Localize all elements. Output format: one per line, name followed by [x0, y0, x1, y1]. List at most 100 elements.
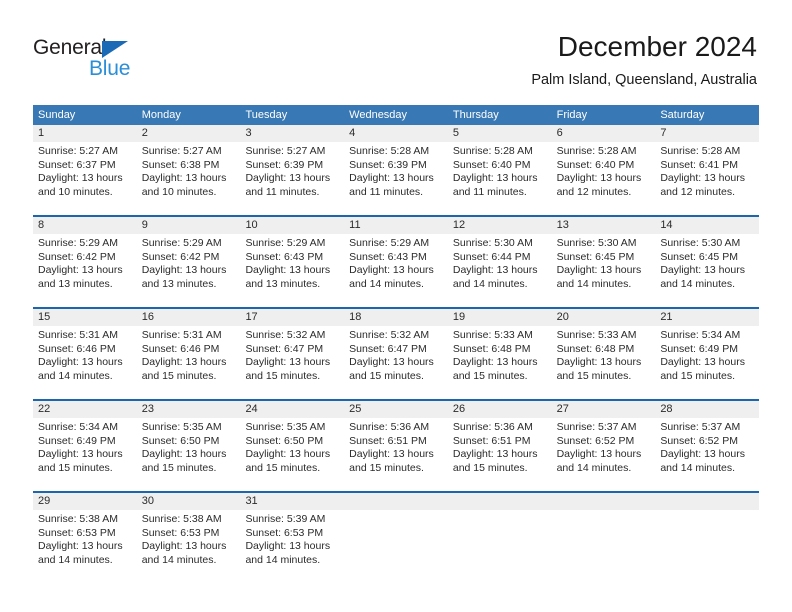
daylight-text-line2: and 13 minutes.: [245, 277, 321, 290]
daylight-text-line1: Daylight: 13 hours: [349, 172, 434, 185]
daylight-text-line1: Daylight: 13 hours: [556, 172, 642, 185]
day-details: Sunrise: 5:33 AM Sunset: 6:48 PM Dayligh…: [448, 326, 552, 383]
day-cell[interactable]: 10 Sunrise: 5:29 AM Sunset: 6:43 PM Dayl…: [240, 217, 345, 300]
day-number: 11: [344, 217, 448, 234]
day-cell[interactable]: 23 Sunrise: 5:35 AM Sunset: 6:50 PM Dayl…: [136, 401, 241, 484]
daylight-text-line1: Daylight: 13 hours: [556, 264, 642, 277]
day-cell[interactable]: 15 Sunrise: 5:31 AM Sunset: 6:46 PM Dayl…: [33, 309, 137, 392]
week-row: 15 Sunrise: 5:31 AM Sunset: 6:46 PM Dayl…: [33, 307, 760, 392]
day-cell[interactable]: 20 Sunrise: 5:33 AM Sunset: 6:48 PM Dayl…: [551, 309, 656, 392]
daylight-text-line1: Daylight: 13 hours: [452, 448, 538, 461]
daylight-text-line2: and 15 minutes.: [556, 369, 632, 382]
day-cell[interactable]: 19 Sunrise: 5:33 AM Sunset: 6:48 PM Dayl…: [447, 309, 552, 392]
weekday-header-sunday: Sunday: [38, 109, 76, 121]
daylight-text-line2: and 10 minutes.: [141, 185, 217, 198]
day-details: Sunrise: 5:29 AM Sunset: 6:43 PM Dayligh…: [240, 234, 344, 291]
calendar-page: General Blue December 2024 Palm Island, …: [0, 0, 792, 612]
daylight-text-line1: Daylight: 13 hours: [38, 540, 123, 553]
sunrise-text: Sunrise: 5:28 AM: [349, 145, 430, 157]
day-cell[interactable]: 3 Sunrise: 5:27 AM Sunset: 6:39 PM Dayli…: [240, 125, 345, 208]
sunset-text: Sunset: 6:53 PM: [38, 526, 116, 539]
day-details: Sunrise: 5:35 AM Sunset: 6:50 PM Dayligh…: [137, 418, 241, 475]
weekday-header-wednesday: Wednesday: [349, 109, 408, 121]
sunrise-text: Sunrise: 5:31 AM: [38, 329, 118, 341]
daylight-text-line2: and 15 minutes.: [452, 369, 528, 382]
day-cell[interactable]: 9 Sunrise: 5:29 AM Sunset: 6:42 PM Dayli…: [136, 217, 241, 300]
day-cell[interactable]: 21 Sunrise: 5:34 AM Sunset: 6:49 PM Dayl…: [655, 309, 760, 392]
day-cell[interactable]: 6 Sunrise: 5:28 AM Sunset: 6:40 PM Dayli…: [551, 125, 656, 208]
day-cell[interactable]: 18 Sunrise: 5:32 AM Sunset: 6:47 PM Dayl…: [344, 309, 448, 392]
sunrise-text: Sunrise: 5:28 AM: [660, 145, 741, 157]
daylight-text-line2: and 11 minutes.: [349, 185, 424, 198]
daylight-text-line1: Daylight: 13 hours: [349, 356, 434, 369]
generalblue-logo[interactable]: General Blue: [33, 36, 183, 86]
day-cell[interactable]: 17 Sunrise: 5:32 AM Sunset: 6:47 PM Dayl…: [240, 309, 345, 392]
sunset-text: Sunset: 6:47 PM: [245, 342, 324, 355]
sunrise-text: Sunrise: 5:29 AM: [349, 237, 430, 249]
sunrise-text: Sunrise: 5:29 AM: [245, 237, 326, 249]
day-cell[interactable]: 28 Sunrise: 5:37 AM Sunset: 6:52 PM Dayl…: [655, 401, 760, 484]
sunrise-text: Sunrise: 5:27 AM: [245, 145, 326, 157]
daylight-text-line1: Daylight: 13 hours: [556, 448, 642, 461]
day-cell[interactable]: 2 Sunrise: 5:27 AM Sunset: 6:38 PM Dayli…: [136, 125, 241, 208]
daylight-text-line1: Daylight: 13 hours: [141, 172, 227, 185]
day-cell[interactable]: 27 Sunrise: 5:37 AM Sunset: 6:52 PM Dayl…: [551, 401, 656, 484]
day-cell[interactable]: 24 Sunrise: 5:35 AM Sunset: 6:50 PM Dayl…: [240, 401, 345, 484]
logo-triangle-icon: [102, 41, 128, 58]
day-details: Sunrise: 5:33 AM Sunset: 6:48 PM Dayligh…: [552, 326, 656, 383]
daylight-text-line1: Daylight: 13 hours: [245, 264, 331, 277]
day-details: Sunrise: 5:37 AM Sunset: 6:52 PM Dayligh…: [655, 418, 759, 475]
weekday-header-saturday: Saturday: [660, 109, 705, 121]
day-cell[interactable]: 16 Sunrise: 5:31 AM Sunset: 6:46 PM Dayl…: [136, 309, 241, 392]
day-cell[interactable]: 7 Sunrise: 5:28 AM Sunset: 6:41 PM Dayli…: [655, 125, 760, 208]
day-cell[interactable]: 13 Sunrise: 5:30 AM Sunset: 6:45 PM Dayl…: [551, 217, 656, 300]
day-cell[interactable]: 26 Sunrise: 5:36 AM Sunset: 6:51 PM Dayl…: [447, 401, 552, 484]
sunrise-text: Sunrise: 5:27 AM: [141, 145, 222, 157]
day-number: 17: [240, 309, 345, 326]
day-number: 27: [551, 401, 656, 418]
sunset-text: Sunset: 6:42 PM: [38, 250, 116, 263]
daylight-text-line2: and 14 minutes.: [452, 277, 528, 290]
day-number: 3: [240, 125, 345, 142]
daylight-text-line2: and 14 minutes.: [660, 461, 736, 474]
day-cell[interactable]: 11 Sunrise: 5:29 AM Sunset: 6:43 PM Dayl…: [344, 217, 448, 300]
daylight-text-line2: and 14 minutes.: [245, 553, 321, 566]
week-row: 8 Sunrise: 5:29 AM Sunset: 6:42 PM Dayli…: [33, 215, 760, 300]
sunset-text: Sunset: 6:48 PM: [556, 342, 635, 355]
day-details: Sunrise: 5:34 AM Sunset: 6:49 PM Dayligh…: [655, 326, 759, 383]
daylight-text-line1: Daylight: 13 hours: [245, 540, 331, 553]
daylight-text-line2: and 12 minutes.: [660, 185, 736, 198]
day-details: Sunrise: 5:36 AM Sunset: 6:51 PM Dayligh…: [344, 418, 448, 475]
daylight-text-line2: and 14 minutes.: [556, 277, 632, 290]
day-cell[interactable]: 25 Sunrise: 5:36 AM Sunset: 6:51 PM Dayl…: [344, 401, 448, 484]
daylight-text-line2: and 14 minutes.: [349, 277, 424, 290]
day-cell[interactable]: 29 Sunrise: 5:38 AM Sunset: 6:53 PM Dayl…: [33, 493, 137, 576]
day-details: Sunrise: 5:38 AM Sunset: 6:53 PM Dayligh…: [137, 510, 241, 567]
day-cell[interactable]: 12 Sunrise: 5:30 AM Sunset: 6:44 PM Dayl…: [447, 217, 552, 300]
sunset-text: Sunset: 6:42 PM: [141, 250, 220, 263]
day-cell[interactable]: 1 Sunrise: 5:27 AM Sunset: 6:37 PM Dayli…: [33, 125, 137, 208]
day-cell[interactable]: 30 Sunrise: 5:38 AM Sunset: 6:53 PM Dayl…: [136, 493, 241, 576]
sunrise-text: Sunrise: 5:39 AM: [245, 513, 326, 525]
day-number: 29: [33, 493, 137, 510]
day-number: 18: [344, 309, 448, 326]
day-cell[interactable]: 4 Sunrise: 5:28 AM Sunset: 6:39 PM Dayli…: [344, 125, 448, 208]
day-number: [551, 493, 656, 510]
daylight-text-line2: and 15 minutes.: [452, 461, 528, 474]
day-number: 26: [447, 401, 552, 418]
day-details: Sunrise: 5:31 AM Sunset: 6:46 PM Dayligh…: [33, 326, 137, 383]
day-number: 14: [655, 217, 760, 234]
sunrise-text: Sunrise: 5:28 AM: [556, 145, 637, 157]
daylight-text-line2: and 14 minutes.: [38, 553, 113, 566]
sunset-text: Sunset: 6:49 PM: [38, 434, 116, 447]
sunset-text: Sunset: 6:46 PM: [141, 342, 220, 355]
day-cell[interactable]: 31 Sunrise: 5:39 AM Sunset: 6:53 PM Dayl…: [240, 493, 345, 576]
sunrise-text: Sunrise: 5:36 AM: [349, 421, 430, 433]
day-cell[interactable]: 22 Sunrise: 5:34 AM Sunset: 6:49 PM Dayl…: [33, 401, 137, 484]
sunrise-text: Sunrise: 5:38 AM: [141, 513, 222, 525]
day-number: 23: [136, 401, 241, 418]
day-details: Sunrise: 5:37 AM Sunset: 6:52 PM Dayligh…: [552, 418, 656, 475]
day-cell[interactable]: 8 Sunrise: 5:29 AM Sunset: 6:42 PM Dayli…: [33, 217, 137, 300]
day-cell[interactable]: 14 Sunrise: 5:30 AM Sunset: 6:45 PM Dayl…: [655, 217, 760, 300]
day-cell[interactable]: 5 Sunrise: 5:28 AM Sunset: 6:40 PM Dayli…: [447, 125, 552, 208]
